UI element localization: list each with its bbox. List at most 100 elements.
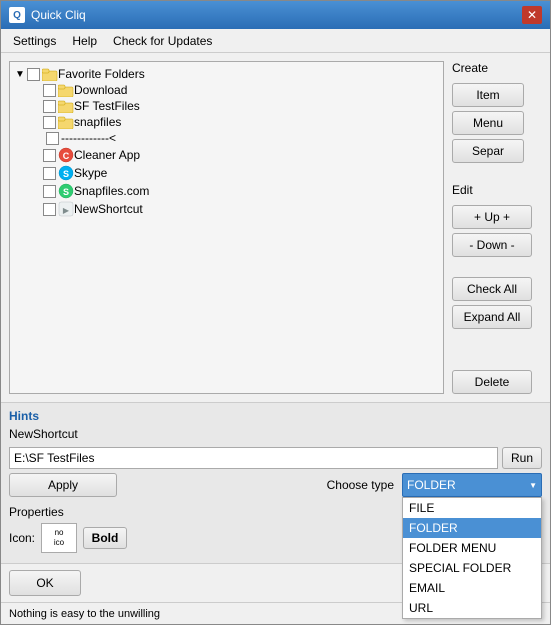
close-button[interactable]: ✕ xyxy=(522,6,542,24)
selected-type-text: FOLDER xyxy=(407,478,456,492)
tree-label: Skype xyxy=(74,166,107,180)
skype-icon: S xyxy=(58,165,74,181)
left-panel: ▼ Favorite Folders Down xyxy=(9,61,444,394)
menu-help[interactable]: Help xyxy=(64,32,105,50)
path-row: Run xyxy=(9,447,542,469)
folder-icon xyxy=(42,67,58,81)
snapfiles-icon: S xyxy=(58,183,74,199)
checkbox[interactable] xyxy=(43,149,56,162)
tree-label: Download xyxy=(74,83,127,97)
separ-button[interactable]: Separ xyxy=(452,139,524,163)
check-all-button[interactable]: Check All xyxy=(452,277,532,301)
hints-section: Hints NewShortcut Run Apply Choose type … xyxy=(1,402,550,563)
tree-label: SF TestFiles xyxy=(74,99,140,113)
main-window: Q Quick Cliq ✕ Settings Help Check for U… xyxy=(0,0,551,625)
tree-label: Cleaner App xyxy=(74,148,140,162)
expand-icon xyxy=(30,100,42,112)
window-title: Quick Cliq xyxy=(31,8,522,22)
delete-button[interactable]: Delete xyxy=(452,370,532,394)
option-url[interactable]: URL xyxy=(403,598,541,618)
checkbox[interactable] xyxy=(43,84,56,97)
checkbox[interactable] xyxy=(43,203,56,216)
svg-text:S: S xyxy=(63,187,69,197)
shortcut-icon: ▶ xyxy=(58,201,74,217)
ok-button[interactable]: OK xyxy=(9,570,81,596)
path-input[interactable] xyxy=(9,447,498,469)
dropdown-list: FILE FOLDER FOLDER MENU SPECIAL FOLDER E… xyxy=(402,497,542,619)
no-ico-line2: ico xyxy=(54,538,64,548)
svg-text:▶: ▶ xyxy=(63,206,70,215)
tree-item[interactable]: S Snapfiles.com xyxy=(14,182,439,200)
hints-body: NewShortcut Run Apply Choose type FOLDER… xyxy=(9,427,542,557)
main-content: ▼ Favorite Folders Down xyxy=(1,53,550,402)
tree-item[interactable]: ▼ Favorite Folders xyxy=(14,66,439,82)
expand-icon xyxy=(30,167,42,179)
checkbox[interactable] xyxy=(46,132,59,145)
tree-label: NewShortcut xyxy=(74,202,143,216)
expand-icon xyxy=(30,185,42,197)
svg-text:C: C xyxy=(63,151,70,161)
svg-text:S: S xyxy=(63,169,69,179)
option-folder[interactable]: FOLDER xyxy=(403,518,541,538)
window-icon: Q xyxy=(9,7,25,23)
option-folder-menu[interactable]: FOLDER MENU xyxy=(403,538,541,558)
tree-label: snapfiles xyxy=(74,115,121,129)
status-text: Nothing is easy to the unwilling xyxy=(9,608,160,620)
tree-item[interactable]: S Skype xyxy=(14,164,439,182)
edit-label: Edit xyxy=(452,183,473,197)
tree-item[interactable]: ▶ NewShortcut xyxy=(14,200,439,218)
check-expand-section: Check All Expand All xyxy=(452,277,542,329)
type-dropdown-container: FOLDER FILE FOLDER FOLDER MENU SPECIAL F… xyxy=(402,473,542,497)
no-ico-line1: no xyxy=(55,528,64,538)
expand-icon xyxy=(30,149,42,161)
tree-item[interactable]: Download xyxy=(14,82,439,98)
folder-icon xyxy=(58,99,74,113)
icon-label: Icon: xyxy=(9,531,35,545)
item-button[interactable]: Item xyxy=(452,83,524,107)
checkbox[interactable] xyxy=(43,116,56,129)
up-button[interactable]: + Up + xyxy=(452,205,532,229)
option-file[interactable]: FILE xyxy=(403,498,541,518)
menu-button[interactable]: Menu xyxy=(452,111,524,135)
delete-section: Delete xyxy=(452,370,542,394)
apply-button[interactable]: Apply xyxy=(9,473,117,497)
checkbox[interactable] xyxy=(27,68,40,81)
tree-item: ------------< xyxy=(14,130,439,146)
title-bar: Q Quick Cliq ✕ xyxy=(1,1,550,29)
choose-type-label: Choose type xyxy=(327,478,394,492)
checkbox[interactable] xyxy=(43,100,56,113)
type-dropdown[interactable]: FOLDER xyxy=(402,473,542,497)
option-email[interactable]: EMAIL xyxy=(403,578,541,598)
tree-item[interactable]: SF TestFiles xyxy=(14,98,439,114)
down-button[interactable]: - Down - xyxy=(452,233,532,257)
edit-section: Edit + Up + - Down - xyxy=(452,183,542,257)
expand-icon xyxy=(30,203,42,215)
apply-row: Apply Choose type FOLDER FILE FOLDER FOL… xyxy=(9,473,542,497)
menu-check-updates[interactable]: Check for Updates xyxy=(105,32,220,50)
no-ico-box: no ico xyxy=(41,523,77,553)
menu-settings[interactable]: Settings xyxy=(5,32,64,50)
checkbox[interactable] xyxy=(43,185,56,198)
tree-label: ------------< xyxy=(61,131,116,145)
menu-bar: Settings Help Check for Updates xyxy=(1,29,550,53)
expand-icon xyxy=(30,116,42,128)
app-icon: C xyxy=(58,147,74,163)
tree-label: Favorite Folders xyxy=(58,67,145,81)
expand-icon: ▼ xyxy=(14,68,26,80)
create-section: Create Item Menu Separ xyxy=(452,61,542,163)
tree-item[interactable]: C Cleaner App xyxy=(14,146,439,164)
folder-icon xyxy=(58,115,74,129)
bold-button[interactable]: Bold xyxy=(83,527,127,549)
option-special-folder[interactable]: SPECIAL FOLDER xyxy=(403,558,541,578)
folder-icon xyxy=(58,83,74,97)
right-panel: Create Item Menu Separ Edit + Up + - Dow… xyxy=(452,61,542,394)
hints-title: Hints xyxy=(9,409,542,423)
hint-name: NewShortcut xyxy=(9,427,542,441)
tree-label: Snapfiles.com xyxy=(74,184,149,198)
expand-all-button[interactable]: Expand All xyxy=(452,305,532,329)
tree-item[interactable]: snapfiles xyxy=(14,114,439,130)
create-label: Create xyxy=(452,61,488,75)
run-button[interactable]: Run xyxy=(502,447,542,469)
tree-container[interactable]: ▼ Favorite Folders Down xyxy=(9,61,444,394)
checkbox[interactable] xyxy=(43,167,56,180)
